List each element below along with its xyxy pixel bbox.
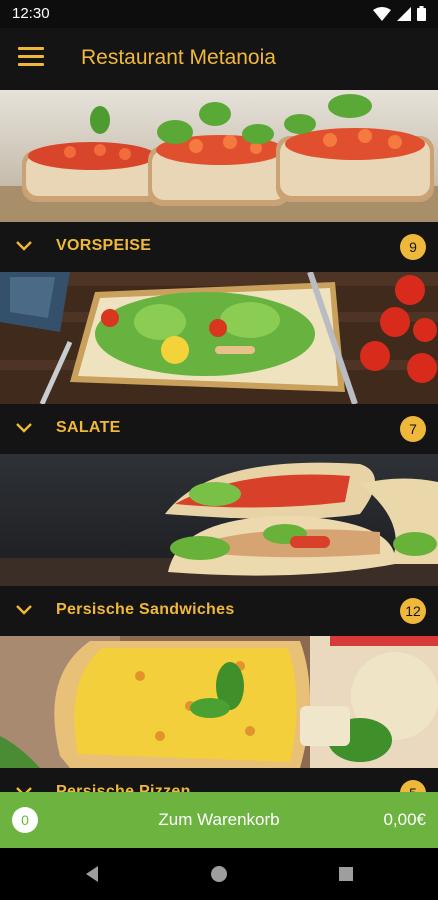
category-bar-pizzen[interactable]: Persische Pizzen 5 [0, 768, 438, 792]
cart-label: Zum Warenkorb [158, 810, 280, 829]
back-icon[interactable] [80, 862, 104, 886]
category-bar-vorspeise[interactable]: VORSPEISE 9 [0, 222, 438, 273]
wifi-icon [373, 6, 391, 21]
system-nav-bar [0, 848, 438, 900]
status-bar: 12:30 [0, 0, 438, 28]
category-count-badge: 9 [400, 234, 426, 260]
category-card-persische-sandwiches[interactable]: Persische Sandwiches 12 [0, 454, 438, 637]
category-bar-salate[interactable]: SALATE 7 [0, 404, 438, 455]
cart-button[interactable]: 0 Zum Warenkorb 0,00€ [0, 792, 438, 848]
category-card-salate[interactable]: SALATE 7 [0, 272, 438, 455]
chevron-down-icon [16, 605, 32, 615]
home-icon[interactable] [207, 862, 231, 886]
category-image-sandwiches [0, 454, 438, 586]
cart-total: 0,00€ [383, 810, 426, 829]
menu-icon[interactable] [18, 47, 44, 71]
status-icons [373, 6, 426, 21]
category-card-persische-pizzen[interactable]: Persische Pizzen 5 [0, 636, 438, 792]
category-label: Persische Sandwiches [56, 601, 235, 618]
category-image-salate [0, 272, 438, 404]
chevron-down-icon [16, 241, 32, 251]
category-card-vorspeise[interactable]: VORSPEISE 9 [0, 90, 438, 273]
category-list[interactable]: VORSPEISE 9 SALATE 7 Persische Sandwiche… [0, 90, 438, 792]
status-time: 12:30 [12, 5, 50, 22]
recents-icon[interactable] [334, 862, 358, 886]
signal-icon [397, 6, 411, 21]
category-count-badge: 7 [400, 416, 426, 442]
app-bar: Restaurant Metanoia [0, 28, 438, 90]
category-count-badge: 5 [400, 780, 426, 792]
battery-icon [417, 6, 426, 21]
category-label: SALATE [56, 419, 121, 436]
category-label: VORSPEISE [56, 237, 152, 254]
category-image-pizzen [0, 636, 438, 768]
category-image-vorspeise [0, 90, 438, 222]
category-bar-sandwiches[interactable]: Persische Sandwiches 12 [0, 586, 438, 637]
category-label: Persische Pizzen [56, 783, 191, 792]
page-title: Restaurant Metanoia [81, 46, 276, 69]
chevron-down-icon [16, 787, 32, 792]
category-count-badge: 12 [400, 598, 426, 624]
chevron-down-icon [16, 423, 32, 433]
